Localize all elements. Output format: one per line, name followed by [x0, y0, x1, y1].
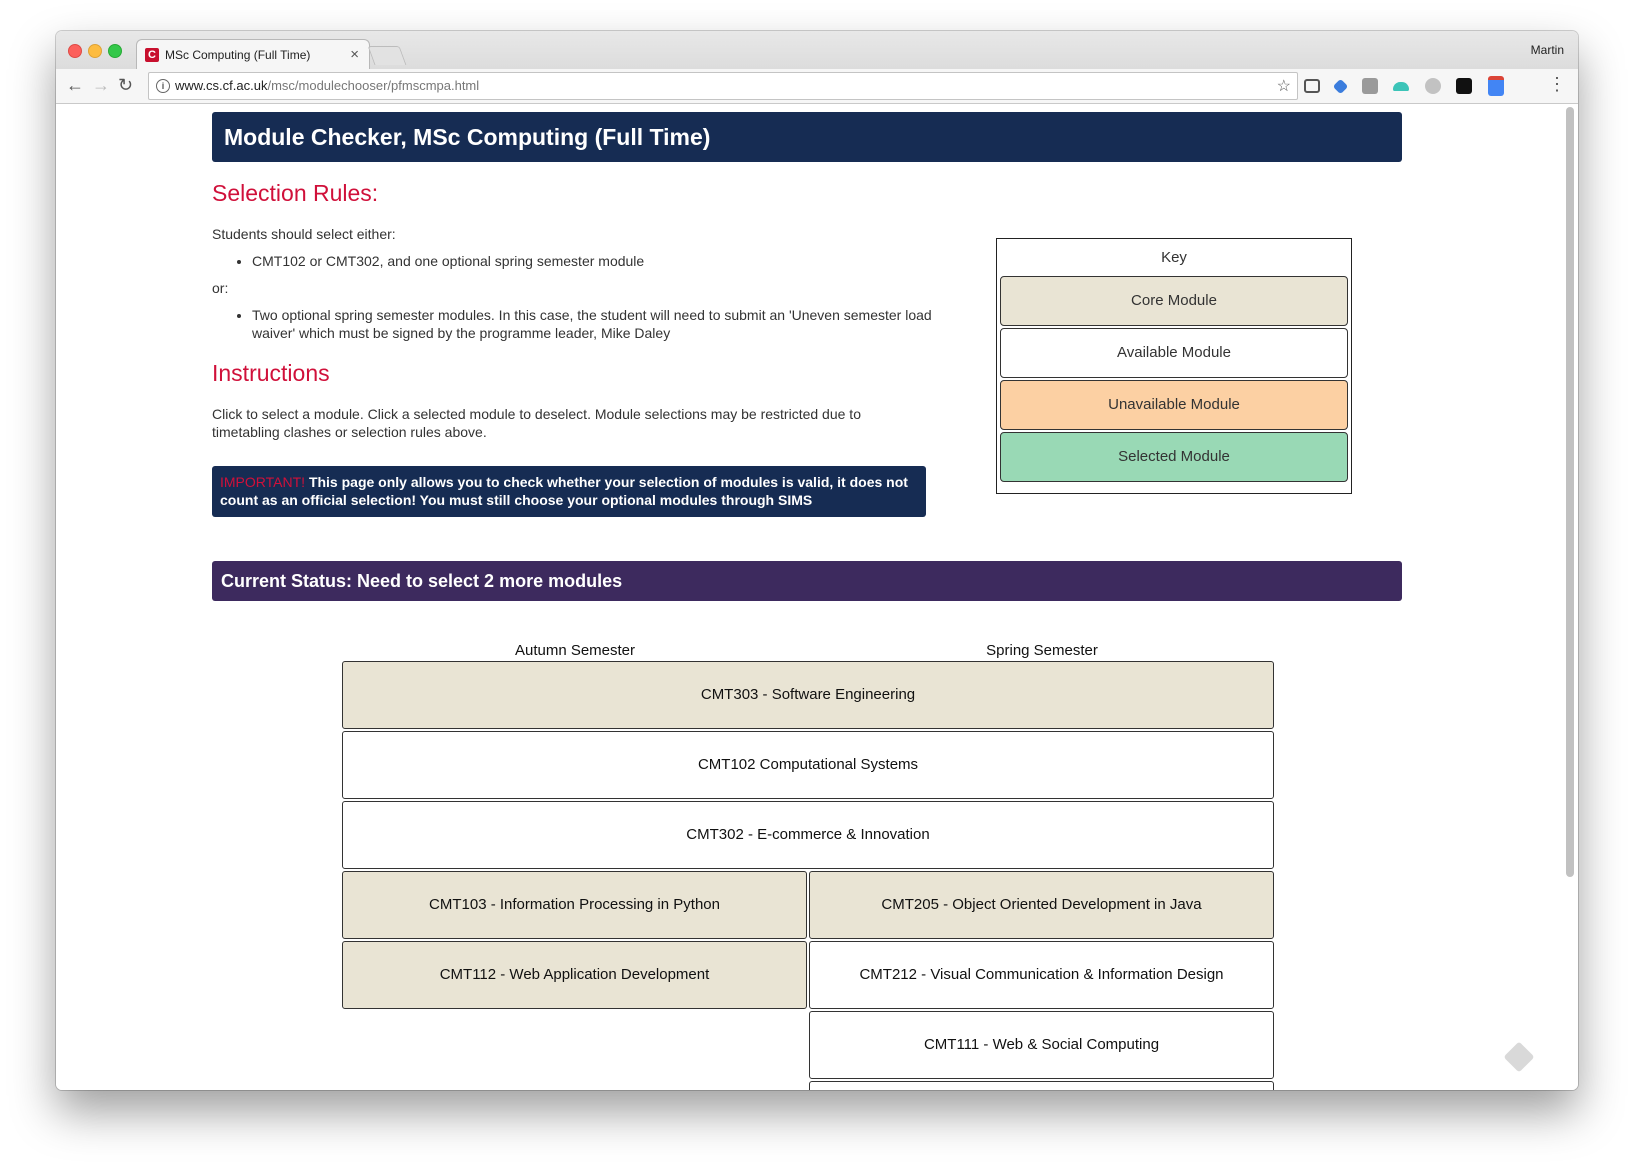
url-host: www.cs.cf.ac.uk [175, 78, 268, 93]
rule-item: Two optional spring semester modules. In… [252, 306, 932, 342]
selection-rules-heading: Selection Rules: [212, 180, 379, 206]
instructions-heading: Instructions [212, 360, 330, 386]
back-icon[interactable]: ← [66, 74, 84, 96]
url-text[interactable]: www.cs.cf.ac.uk/msc/modulechooser/pfmscm… [175, 78, 479, 93]
new-tab-button[interactable] [367, 46, 407, 65]
rules-list-2: Two optional spring semester modules. In… [212, 306, 932, 342]
browser-tab[interactable]: C MSc Computing (Full Time) × [136, 39, 370, 72]
browser-toolbar: ← → ↻ i www.cs.cf.ac.uk/msc/modulechoose… [56, 69, 1578, 104]
module-cmt111[interactable]: CMT111 - Web & Social Computing [809, 1011, 1274, 1079]
module-cmt303[interactable]: CMT303 - Software Engineering [342, 661, 1274, 729]
cast-icon[interactable] [1304, 79, 1320, 93]
rules-list-1: CMT102 or CMT302, and one optional sprin… [212, 252, 932, 270]
forward-icon[interactable]: → [92, 74, 110, 96]
module-cmt212[interactable]: CMT212 - Visual Communication & Informat… [809, 941, 1274, 1009]
spring-semester-label: Spring Semester [986, 642, 1098, 659]
minimize-window-icon[interactable] [88, 44, 102, 58]
autumn-semester-label: Autumn Semester [514, 642, 636, 659]
key-title: Key [1161, 249, 1187, 266]
important-text: This page only allows you to check wheth… [220, 474, 908, 508]
edit-icon[interactable] [1503, 1041, 1535, 1073]
rule-item: CMT102 or CMT302, and one optional sprin… [252, 252, 932, 270]
maximize-window-icon[interactable] [108, 44, 122, 58]
status-banner: Current Status: Need to select 2 more mo… [212, 561, 1402, 601]
scrollbar[interactable] [1566, 107, 1574, 877]
page-title: Module Checker, MSc Computing (Full Time… [212, 112, 1402, 162]
title-bar: C MSc Computing (Full Time) × Martin [56, 31, 1578, 72]
important-label: IMPORTANT! [220, 474, 306, 490]
favicon-icon: C [145, 48, 159, 62]
students-text: Students should select either: [212, 226, 396, 242]
close-window-icon[interactable] [68, 44, 82, 58]
tab-close-icon[interactable]: × [350, 46, 359, 63]
url-path: /msc/modulechooser/pfmscmpa.html [267, 78, 480, 93]
module-cmt302[interactable]: CMT302 - E-commerce & Innovation [342, 801, 1274, 869]
profile-name[interactable]: Martin [1531, 43, 1564, 57]
module-cmt102[interactable]: CMT102 Computational Systems [342, 731, 1274, 799]
or-text: or: [212, 280, 229, 296]
extension-gs-icon[interactable] [1361, 78, 1378, 94]
reload-icon[interactable]: ↻ [118, 74, 133, 96]
extensions-bar [1304, 76, 1515, 96]
info-icon[interactable]: i [156, 79, 170, 93]
amazon-icon[interactable] [1456, 78, 1473, 94]
extension-teal-icon[interactable] [1393, 81, 1410, 91]
module-cmt103[interactable]: CMT103 - Information Processing in Pytho… [342, 871, 807, 939]
key-panel: Key Core Module Available Module Unavail… [996, 238, 1352, 494]
module-cmt205[interactable]: CMT205 - Object Oriented Development in … [809, 871, 1274, 939]
page-viewport: Module Checker, MSc Computing (Full Time… [56, 104, 1578, 1090]
extension-blue-icon[interactable] [1333, 78, 1349, 94]
key-available-module: Available Module [1000, 328, 1348, 378]
browser-window: C MSc Computing (Full Time) × Martin ← →… [56, 31, 1578, 1090]
extension-grey-icon[interactable] [1424, 78, 1441, 94]
tab-title: MSc Computing (Full Time) [165, 48, 311, 62]
key-core-module: Core Module [1000, 276, 1348, 326]
calendar-1m-icon[interactable] [1487, 76, 1504, 96]
module-partial[interactable] [809, 1081, 1274, 1090]
instructions-text: Click to select a module. Click a select… [212, 406, 861, 440]
module-cmt112[interactable]: CMT112 - Web Application Development [342, 941, 807, 1009]
key-selected-module: Selected Module [1000, 432, 1348, 482]
important-notice: IMPORTANT! This page only allows you to … [212, 466, 926, 517]
key-unavailable-module: Unavailable Module [1000, 380, 1348, 430]
bookmark-star-icon[interactable]: ☆ [1277, 76, 1291, 96]
address-bar[interactable]: i www.cs.cf.ac.uk/msc/modulechooser/pfms… [148, 72, 1298, 100]
menu-icon[interactable]: ⋮ [1548, 74, 1566, 95]
